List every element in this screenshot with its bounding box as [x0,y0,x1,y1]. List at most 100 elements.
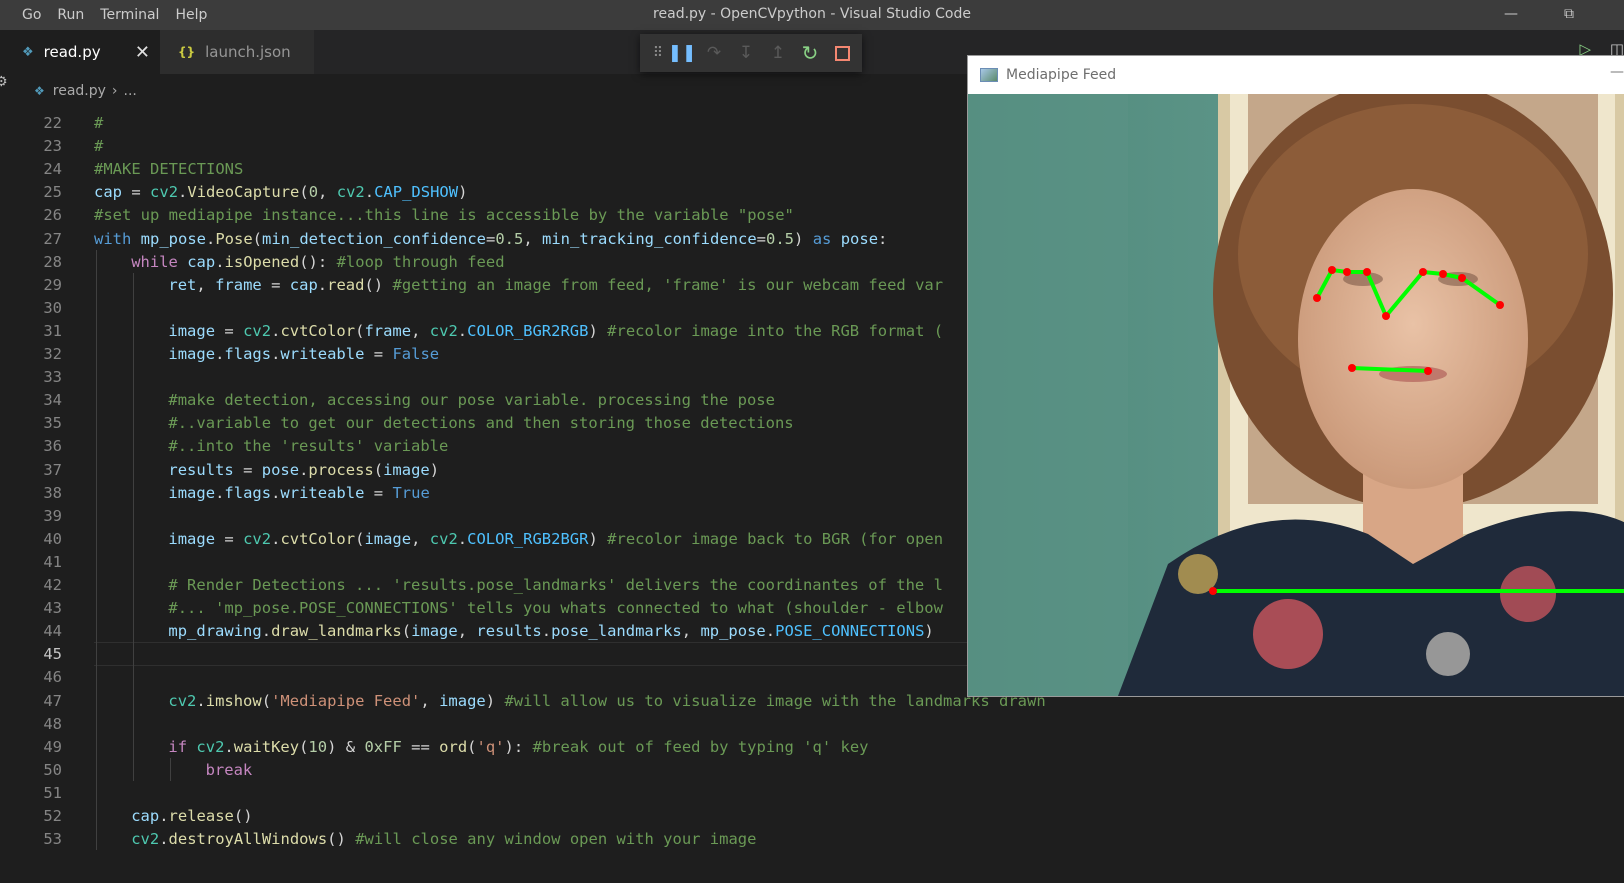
webcam-frame-image [968,94,1624,696]
code-text: cv2.destroyAllWindows() #will close any … [131,830,757,849]
line-number: 42 [43,576,62,594]
line-number: 39 [43,506,62,525]
line-number: 25 [43,183,62,202]
mediapipe-title-bar[interactable]: Mediapipe Feed — [968,56,1624,94]
tab-read-py[interactable]: ❖ read.py ✕ [0,30,160,74]
line-number: 38 [43,483,62,502]
code-text: image = cv2.cvtColor(image, cv2.COLOR_RG… [168,529,944,548]
line-number: 27 [43,229,62,248]
code-text: while cap.isOpened(): #loop through feed [131,252,505,271]
breadcrumb-rest[interactable]: ... [124,83,137,99]
code-text: #..into the 'results' variable [168,437,449,456]
line-number: 34 [43,391,62,410]
line-number: 32 [43,345,62,363]
menu-terminal[interactable]: Terminal [92,0,167,30]
line-number: 40 [43,529,62,548]
line-number: 30 [43,298,62,317]
debug-toolbar: ⠿ ❚❚ ↷ ↧ ↥ ↻ [640,34,862,72]
code-text: # [94,137,104,156]
code-text: ret, frame = cap.read() #getting an imag… [168,275,944,294]
step-over-icon[interactable]: ↷ [698,43,730,63]
code-text: break [205,760,253,779]
minimize-icon[interactable]: — [1488,0,1534,30]
menu-bar: Go Run Terminal Help [0,0,215,30]
gear-icon[interactable]: ⚙ [0,74,8,90]
line-number: 43 [43,599,62,618]
code-text: image.flags.writeable = False [168,345,440,363]
current-line-highlight [94,642,974,667]
pause-icon[interactable]: ❚❚ [666,43,698,63]
code-text: with mp_pose.Pose(min_detection_confiden… [94,229,888,248]
line-number: 29 [43,275,62,294]
line-number: 44 [43,622,62,641]
code-text: image.flags.writeable = True [168,483,430,502]
mediapipe-window-title: Mediapipe Feed [1006,67,1117,83]
line-number: 47 [43,691,62,710]
tab-label: launch.json [205,43,291,61]
line-number: 49 [43,737,62,756]
line-number: 46 [43,668,62,687]
window-app-icon [980,68,998,82]
code-text: # Render Detections ... 'results.pose_la… [168,576,943,594]
code-text: #..variable to get our detections and th… [168,414,794,433]
window-title: read.py - OpenCVpython - Visual Studio C… [653,6,971,22]
indent-guide [133,272,135,781]
tab-label: read.py [43,43,101,61]
line-number: 22 [43,114,62,132]
mediapipe-feed-window[interactable]: Mediapipe Feed — [968,56,1624,696]
line-number: 26 [43,206,62,225]
breadcrumb: ❖ read.py › ... [34,78,137,104]
webcam-feed [968,94,1624,696]
code-line[interactable]: 52 cap.release() [0,804,1624,828]
code-line[interactable]: 48 [0,712,1624,736]
line-number: 23 [43,137,62,156]
code-text: cap = cv2.VideoCapture(0, cv2.CAP_DSHOW) [94,183,468,202]
line-number: 41 [43,552,62,571]
line-number: 37 [43,460,62,479]
code-line[interactable]: 51 [0,781,1624,805]
restore-icon[interactable]: ⧉ [1546,0,1592,30]
code-line[interactable]: 53 cv2.destroyAllWindows() #will close an… [0,827,1624,851]
json-braces-icon: {} [178,45,196,59]
line-number: 45 [43,645,62,664]
code-text: mp_drawing.draw_landmarks(image, results… [168,622,934,641]
line-number: 50 [43,760,62,779]
stop-icon[interactable] [835,45,850,61]
restart-icon[interactable]: ↻ [794,41,826,65]
code-text: results = pose.process(image) [168,460,440,479]
close-icon[interactable]: ✕ [135,42,150,63]
code-text: image = cv2.cvtColor(frame, cv2.COLOR_BG… [168,321,944,340]
title-bar: Go Run Terminal Help read.py - OpenCVpyt… [0,0,1624,30]
code-text: #set up mediapipe instance...this line i… [94,206,794,225]
indent-guide [96,249,97,851]
line-number: 28 [43,252,62,271]
menu-help[interactable]: Help [167,0,215,30]
indent-guide [170,757,172,781]
step-into-icon[interactable]: ↧ [730,43,762,63]
menu-go[interactable]: Go [0,0,49,30]
minimize-icon[interactable]: — [1610,64,1624,80]
code-text: #MAKE DETECTIONS [94,160,244,179]
code-line[interactable]: 49 if cv2.waitKey(10) & 0xFF == ord('q'):… [0,735,1624,759]
line-number: 33 [43,368,62,387]
code-line[interactable]: 50 break [0,758,1624,782]
line-number: 51 [43,783,62,802]
line-number: 31 [43,321,62,340]
code-text: #... 'mp_pose.POSE_CONNECTIONS' tells yo… [168,599,943,618]
code-text: #make detection, accessing our pose vari… [168,391,775,410]
breadcrumb-file[interactable]: read.py [53,83,106,99]
python-file-icon: ❖ [34,84,45,98]
code-text: # [94,114,104,132]
code-text: cap.release() [131,807,253,825]
tab-launch-json[interactable]: {} launch.json [160,30,314,74]
code-text: if cv2.waitKey(10) & 0xFF == ord('q'): #… [168,737,869,756]
drag-handle-icon[interactable]: ⠿ [650,45,666,61]
menu-run[interactable]: Run [49,0,92,30]
line-number: 53 [43,830,62,849]
code-text: cv2.imshow('Mediapipe Feed', image) #wil… [168,691,1046,710]
python-file-icon: ❖ [22,44,34,60]
line-number: 48 [43,714,62,733]
chevron-right-icon: › [111,83,118,99]
step-out-icon[interactable]: ↥ [762,43,794,63]
line-number: 24 [43,160,62,179]
